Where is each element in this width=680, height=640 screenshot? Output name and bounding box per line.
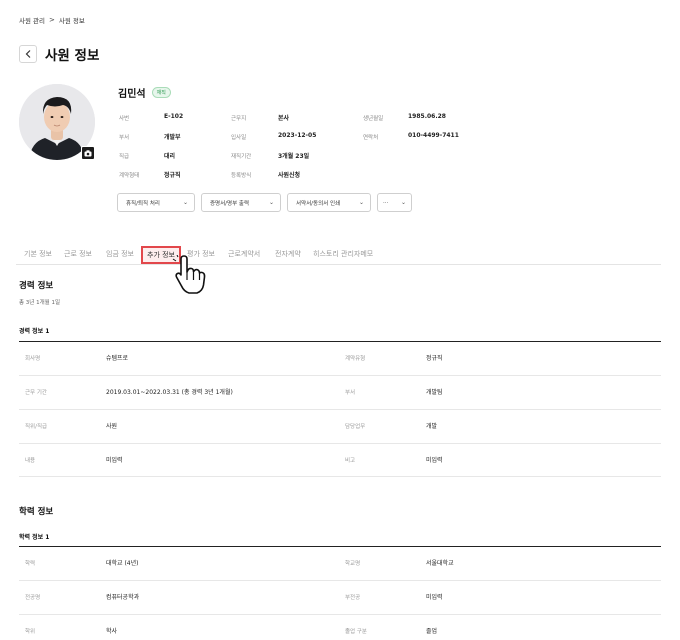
status-badge: 재직 (151, 87, 171, 98)
chevron-down-icon: ⌄ (182, 199, 188, 206)
tab-work-info[interactable]: 근로 정보 (64, 245, 92, 263)
career-table: 회사명 슈템프로 계약유형 정규직 근무 기간 2019.03.01~2022.… (19, 341, 661, 477)
tab-labor-contract[interactable]: 근로계약서 (228, 245, 260, 263)
field-value: 컴퓨터공학과 (106, 594, 140, 601)
camera-icon (84, 149, 92, 156)
field-value: 개발팀 (426, 389, 443, 396)
info-label: 연락처 (363, 135, 379, 141)
back-button[interactable] (19, 45, 37, 63)
info-value: 010-4499-7411 (408, 132, 459, 139)
breadcrumb-parent[interactable]: 사원 관리 (19, 15, 45, 25)
field-label: 학위 (25, 629, 36, 635)
info-value: 3개월 23일 (278, 153, 310, 160)
career-item-title: 경력 정보 1 (19, 328, 50, 335)
info-value: 1985.06.28 (408, 113, 446, 120)
field-value: 사원 (106, 423, 118, 430)
field-value: 개발 (426, 423, 438, 430)
info-value: 정규직 (164, 172, 181, 179)
table-row: 전공명 컴퓨터공학과 부전공 미입력 (19, 580, 661, 614)
tab-history[interactable]: 히스토리 (313, 245, 339, 263)
tab-admin-memo[interactable]: 관리자메모 (341, 245, 373, 263)
field-value: 미입력 (106, 457, 123, 464)
info-value: 2023-12-05 (278, 132, 317, 139)
info-label: 생년월일 (363, 116, 384, 122)
breadcrumb-separator: > (49, 16, 55, 24)
field-value: 미입력 (426, 594, 443, 601)
table-row: 학위 학사 졸업 구분 졸업 (19, 614, 661, 640)
chevron-down-icon: ⌄ (358, 199, 364, 206)
field-value: 미입력 (426, 457, 443, 464)
table-row: 회사명 슈템프로 계약유형 정규직 (19, 341, 661, 375)
field-label: 부전공 (345, 595, 361, 601)
profile-photo (19, 84, 97, 162)
tab-e-contract[interactable]: 전자계약 (275, 245, 301, 263)
pointer-hand-icon (172, 255, 206, 294)
education-section-title: 학력 정보 (19, 507, 54, 517)
info-value: 개발부 (164, 134, 181, 141)
field-label: 부서 (345, 390, 356, 396)
info-value: 대리 (164, 153, 176, 160)
table-row: 직위/직급 사원 담당업무 개발 (19, 409, 661, 443)
info-value: 사원신청 (278, 172, 301, 179)
breadcrumb: 사원 관리 > 사원 정보 (19, 15, 85, 25)
more-icon: ··· (383, 199, 389, 206)
field-value: 정규직 (426, 355, 443, 362)
info-value: 본사 (278, 115, 290, 122)
field-value: 슈템프로 (106, 355, 129, 362)
info-label: 부서 (119, 135, 130, 141)
field-label: 학교명 (345, 561, 361, 567)
field-label: 담당업무 (345, 424, 366, 430)
info-label: 계약형태 (119, 173, 140, 179)
education-table: 학력 대학교 (4년) 학교명 서울대학교 전공명 컴퓨터공학과 부전공 미입력… (19, 546, 661, 640)
page-header: 사원 정보 (19, 44, 99, 64)
certificate-print-label: 증명서/명부 출력 (210, 200, 250, 207)
breadcrumb-current: 사원 정보 (58, 17, 85, 25)
change-photo-button[interactable] (81, 146, 95, 160)
info-label: 직급 (119, 154, 130, 160)
chevron-down-icon: ⌄ (400, 199, 406, 206)
info-value: E-102 (164, 113, 184, 120)
career-total: 총 3년 1개월 1일 (19, 300, 61, 306)
employee-name: 김민석 (118, 89, 146, 100)
field-label: 전공명 (25, 595, 41, 601)
tab-bar: 기본 정보 근로 정보 임금 정보 추가 정보 평가 정보 근로계약서 전자계약… (16, 245, 661, 265)
leave-process-dropdown[interactable]: 휴직/퇴직 처리 ⌄ (117, 193, 195, 212)
info-label: 사번 (119, 116, 130, 122)
field-label: 졸업 구분 (345, 629, 367, 635)
info-label: 등록방식 (231, 173, 252, 179)
more-options-dropdown[interactable]: ··· ⌄ (377, 193, 412, 212)
field-label: 내용 (25, 458, 36, 464)
leave-process-label: 휴직/퇴직 처리 (126, 200, 160, 207)
agreement-print-dropdown[interactable]: 서약서/동의서 인쇄 ⌄ (287, 193, 371, 212)
field-value: 학사 (106, 628, 118, 635)
field-label: 직위/직급 (25, 424, 48, 430)
tab-salary-info[interactable]: 임금 정보 (106, 245, 134, 263)
tab-basic-info[interactable]: 기본 정보 (24, 245, 52, 263)
field-label: 회사명 (25, 356, 41, 362)
field-label: 계약유형 (345, 356, 366, 362)
field-value: 2019.03.01~2022.03.31 (총 경력 3년 1개월) (106, 389, 233, 396)
field-value: 졸업 (426, 628, 438, 635)
field-value: 서울대학교 (426, 560, 454, 567)
table-row: 학력 대학교 (4년) 학교명 서울대학교 (19, 546, 661, 580)
profile-name-row: 김민석 재직 (118, 85, 171, 100)
field-label: 근무 기간 (25, 390, 47, 396)
certificate-print-dropdown[interactable]: 증명서/명부 출력 ⌄ (201, 193, 281, 212)
chevron-left-icon (25, 50, 31, 58)
info-label: 재직기간 (231, 154, 252, 160)
table-row: 근무 기간 2019.03.01~2022.03.31 (총 경력 3년 1개월… (19, 375, 661, 409)
field-label: 비고 (345, 458, 356, 464)
table-row: 내용 미입력 비고 미입력 (19, 443, 661, 477)
field-label: 학력 (25, 561, 36, 567)
chevron-down-icon: ⌄ (268, 199, 274, 206)
agreement-print-label: 서약서/동의서 인쇄 (296, 200, 341, 207)
info-label: 근무지 (231, 116, 247, 122)
page-title: 사원 정보 (45, 48, 100, 64)
career-section-title: 경력 정보 (19, 281, 54, 291)
education-item-title: 학력 정보 1 (19, 534, 50, 541)
action-buttons: 휴직/퇴직 처리 ⌄ 증명서/명부 출력 ⌄ 서약서/동의서 인쇄 ⌄ ··· … (117, 193, 412, 212)
info-label: 입사일 (231, 135, 247, 141)
field-value: 대학교 (4년) (106, 560, 139, 567)
